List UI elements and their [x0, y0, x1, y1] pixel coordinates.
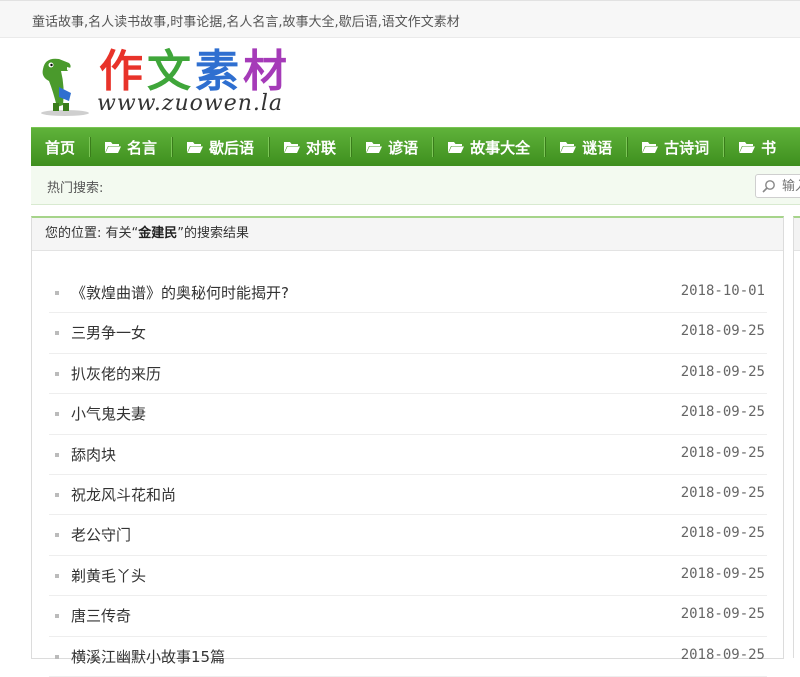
result-date: 2018-09-25	[680, 606, 765, 623]
nav-item: 名言	[91, 128, 171, 166]
result-item: 三男争一女 2018-09-25	[49, 313, 767, 354]
result-item: 横溪江幽默小故事15篇 2018-09-25	[49, 637, 767, 677]
breadcrumb: 您的位置: 有关“金建民”的搜索结果	[32, 218, 783, 251]
result-item: 老公守门 2018-09-25	[49, 515, 767, 556]
nav-label: 书	[761, 138, 777, 157]
folder-icon	[739, 142, 756, 153]
nav-label: 名言	[127, 138, 158, 157]
side-panel	[793, 216, 800, 658]
nav-link-2[interactable]: 歇后语	[173, 137, 268, 158]
result-date: 2018-09-25	[680, 363, 765, 380]
result-date: 2018-09-25	[680, 444, 765, 461]
nav-item: 书	[725, 128, 790, 166]
result-item: 扒灰佬的来历 2018-09-25	[49, 354, 767, 395]
folder-icon	[284, 142, 301, 153]
result-item: 小气鬼夫妻 2018-09-25	[49, 394, 767, 435]
nav-link-5[interactable]: 故事大全	[434, 137, 544, 158]
nav-item: 谚语	[352, 128, 432, 166]
bullet-icon	[55, 452, 59, 457]
result-item: 唐三传奇 2018-09-25	[49, 596, 767, 637]
bullet-icon	[55, 412, 59, 417]
bullet-icon	[55, 331, 59, 336]
nav-label: 歇后语	[209, 138, 255, 157]
hot-search-bar: 热门搜索:	[31, 166, 800, 205]
logo-text: 作文素材	[99, 49, 291, 95]
breadcrumb-prefix: 您的位置: 有关“	[45, 226, 139, 241]
logo-char-2: 文	[147, 46, 195, 97]
dinosaur-icon	[41, 58, 89, 116]
result-date: 2018-09-25	[680, 525, 765, 542]
folder-icon	[105, 142, 122, 153]
top-bar: 童话故事,名人读书故事,时事论据,名人名言,故事大全,歇后语,语文作文素材	[0, 0, 800, 38]
nav-label: 谚语	[388, 138, 419, 157]
result-title-link[interactable]: 横溪江幽默小故事15篇	[71, 646, 225, 667]
bullet-icon	[55, 533, 59, 538]
result-title-link[interactable]: 唐三传奇	[71, 605, 131, 626]
side-panel-header	[794, 218, 800, 251]
result-item: 祝龙风斗花和尚 2018-09-25	[49, 475, 767, 516]
site-tagline: 童话故事,名人读书故事,时事论据,名人名言,故事大全,歇后语,语文作文素材	[32, 15, 460, 30]
nav-item: 歇后语	[173, 128, 268, 166]
nav-item: 古诗词	[628, 128, 723, 166]
result-title-link[interactable]: 小气鬼夫妻	[71, 403, 146, 424]
result-date: 2018-09-25	[680, 646, 765, 663]
result-item: 《敦煌曲谱》的奥秘何时能揭开? 2018-10-01	[49, 273, 767, 314]
result-title-link[interactable]: 舔肉块	[71, 444, 116, 465]
result-item: 舔肉块 2018-09-25	[49, 435, 767, 475]
search-input[interactable]	[780, 177, 800, 195]
result-date: 2018-09-25	[680, 565, 765, 582]
search-results-panel: 您的位置: 有关“金建民”的搜索结果 《敦煌曲谱》的奥秘何时能揭开? 2018-1…	[31, 216, 784, 677]
result-title-link[interactable]: 扒灰佬的来历	[71, 363, 161, 384]
site-logo[interactable]: 作文素材 www.zuowen.la	[35, 47, 295, 119]
results-list: 《敦煌曲谱》的奥秘何时能揭开? 2018-10-01 三男争一女 2018-09-25…	[49, 273, 767, 677]
bullet-icon	[55, 573, 59, 578]
bullet-icon	[55, 614, 59, 619]
result-date: 2018-09-25	[680, 484, 765, 501]
nav-link-1[interactable]: 名言	[91, 137, 171, 158]
nav-link-7[interactable]: 古诗词	[628, 137, 723, 158]
logo-char-3: 素	[195, 46, 243, 97]
search-keyword: 金建民	[138, 226, 178, 241]
nav-item: 首页	[31, 128, 89, 166]
result-date: 2018-09-25	[680, 323, 765, 340]
main-nav: 首页 名言 歇后语 对联 谚语 故事大全 谜语 古诗词 书	[31, 127, 800, 166]
nav-link-8[interactable]: 书	[725, 137, 790, 158]
hot-search-label: 热门搜索:	[47, 181, 104, 196]
nav-item: 故事大全	[434, 128, 544, 166]
nav-link-4[interactable]: 谚语	[352, 137, 432, 158]
bullet-icon	[55, 492, 59, 497]
breadcrumb-suffix: ”的搜索结果	[177, 226, 250, 241]
nav-label: 谜语	[582, 138, 613, 157]
result-item: 剃黄毛丫头 2018-09-25	[49, 556, 767, 597]
logo-char-4: 材	[243, 46, 291, 97]
result-date: 2018-09-25	[680, 404, 765, 421]
logo-url: www.zuowen.la	[97, 91, 284, 116]
folder-icon	[187, 142, 204, 153]
nav-label: 首页	[45, 138, 76, 157]
search-box[interactable]	[755, 174, 800, 198]
nav-label: 故事大全	[470, 138, 531, 157]
nav-link-6[interactable]: 谜语	[546, 137, 626, 158]
nav-link-3[interactable]: 对联	[270, 137, 350, 158]
bullet-icon	[55, 291, 59, 295]
folder-icon	[560, 142, 577, 153]
result-title-link[interactable]: 祝龙风斗花和尚	[71, 484, 176, 505]
result-title-link[interactable]: 三男争一女	[71, 322, 146, 343]
folder-icon	[366, 142, 383, 153]
result-title-link[interactable]: 老公守门	[71, 524, 131, 545]
folder-icon	[448, 142, 465, 153]
folder-icon	[642, 142, 659, 153]
bullet-icon	[55, 371, 59, 376]
nav-link-0[interactable]: 首页	[31, 137, 89, 158]
bullet-icon	[55, 654, 59, 659]
search-icon[interactable]	[762, 179, 776, 193]
result-date: 2018-10-01	[680, 283, 765, 299]
nav-label: 古诗词	[664, 138, 710, 157]
nav-label: 对联	[306, 138, 337, 157]
result-title-link[interactable]: 剃黄毛丫头	[71, 565, 146, 586]
nav-item: 谜语	[546, 128, 626, 166]
logo-char-1: 作	[99, 46, 147, 97]
result-title-link[interactable]: 《敦煌曲谱》的奥秘何时能揭开?	[71, 282, 289, 303]
nav-item: 对联	[270, 128, 350, 166]
